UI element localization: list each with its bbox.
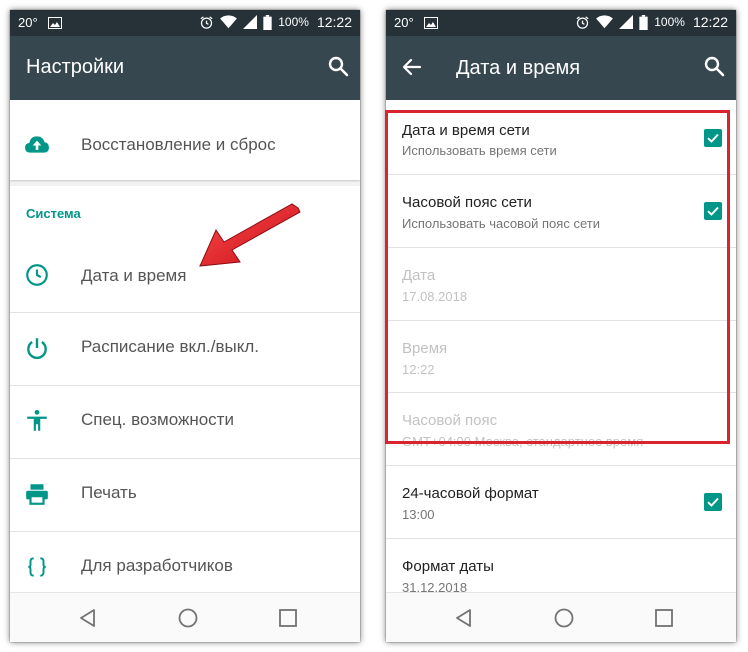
settings-item-developer[interactable]: Для разработчиков	[10, 532, 360, 593]
settings-item-print[interactable]: Печать	[10, 459, 360, 531]
settings-item-power-schedule[interactable]: Расписание вкл./выкл.	[10, 313, 360, 385]
app-bar: Настройки	[10, 36, 360, 100]
signal-icon	[619, 15, 634, 29]
temperature-text: 20°	[394, 15, 414, 30]
status-bar: 20° 100% 12:22	[386, 10, 736, 36]
nav-recents-icon[interactable]	[652, 606, 676, 630]
power-icon	[27, 338, 47, 360]
check-icon	[707, 133, 719, 143]
search-icon[interactable]	[702, 54, 726, 78]
navigation-bar	[386, 592, 736, 642]
wifi-icon	[220, 15, 238, 29]
pref-title: Формат даты	[402, 558, 494, 575]
check-icon	[707, 206, 719, 216]
battery-percent: 100%	[278, 15, 309, 29]
settings-item-label: Печать	[81, 483, 137, 502]
settings-item-label: Дата и время	[81, 266, 187, 285]
settings-item-label: Восстановление и сброс	[81, 135, 276, 154]
wifi-icon	[596, 15, 614, 29]
settings-screen: 20° 100% 12:22 Настройки Восстановление …	[10, 10, 360, 642]
check-icon	[707, 497, 719, 507]
nav-recents-icon[interactable]	[276, 606, 300, 630]
nav-back-icon[interactable]	[76, 606, 100, 630]
pref-date-format[interactable]: Формат даты 31.12.2018	[386, 539, 736, 593]
pref-title: Дата и время сети	[402, 122, 530, 139]
search-icon[interactable]	[326, 54, 350, 78]
pref-summary: 17.08.2018	[402, 289, 468, 304]
settings-card-system: Система Дата и время Расписание вкл./вык…	[10, 186, 360, 593]
pref-title: Дата	[402, 267, 436, 284]
signal-icon	[243, 15, 258, 29]
pref-summary: 12:22	[402, 362, 435, 377]
developer-braces-icon	[28, 557, 46, 577]
settings-item-label: Для разработчиков	[81, 556, 233, 575]
pref-title: 24-часовой формат	[402, 485, 539, 502]
clock-icon	[26, 264, 48, 286]
pref-summary: Использовать время сети	[402, 143, 557, 158]
settings-item-label: Спец. возможности	[81, 410, 234, 429]
alarm-icon	[200, 15, 213, 29]
red-pointer-arrow-icon	[199, 203, 301, 267]
navigation-bar	[10, 592, 360, 642]
section-header-system: Система	[26, 206, 81, 221]
pref-summary: GMT+04:00 Москва, стандартное время	[402, 434, 644, 449]
status-clock: 12:22	[316, 14, 352, 30]
network-timezone-checkbox[interactable]	[704, 202, 722, 220]
cloud-upload-icon	[25, 136, 49, 153]
pref-timezone: Часовой пояс GMT+04:00 Москва, стандартн…	[386, 393, 736, 465]
pref-title: Часовой пояс	[402, 412, 498, 429]
pref-title: Часовой пояс сети	[402, 194, 532, 211]
accessibility-icon	[27, 409, 47, 431]
alarm-icon	[576, 15, 589, 29]
pref-network-time[interactable]: Дата и время сети Использовать время сет…	[386, 100, 736, 174]
status-clock: 12:22	[692, 14, 728, 30]
pref-24-hour-format[interactable]: 24-часовой формат 13:00	[386, 466, 736, 538]
pref-summary: Использовать часовой пояс сети	[402, 216, 600, 231]
page-title: Дата и время	[456, 57, 581, 79]
printer-icon	[26, 484, 48, 505]
battery-percent: 100%	[654, 15, 685, 29]
gallery-notification-icon	[47, 16, 62, 29]
settings-item-label: Расписание вкл./выкл.	[81, 337, 259, 356]
app-bar: Дата и время	[386, 36, 736, 100]
pref-date: Дата 17.08.2018	[386, 248, 736, 320]
battery-icon	[639, 14, 648, 30]
date-time-screen: 20° 100% 12:22 Дата и время Дата и время…	[386, 10, 736, 642]
pref-summary: 13:00	[402, 507, 435, 522]
network-time-checkbox[interactable]	[704, 129, 722, 147]
settings-item-date-time[interactable]: Дата и время	[10, 240, 360, 312]
temperature-text: 20°	[18, 15, 38, 30]
battery-icon	[263, 14, 272, 30]
back-arrow-icon[interactable]	[400, 55, 424, 79]
settings-item-backup-reset[interactable]: Восстановление и сброс	[10, 110, 360, 180]
page-title: Настройки	[26, 56, 125, 78]
settings-card-top: Восстановление и сброс	[10, 100, 360, 180]
pref-network-timezone[interactable]: Часовой пояс сети Использовать часовой п…	[386, 175, 736, 247]
settings-item-accessibility[interactable]: Спец. возможности	[10, 386, 360, 458]
date-time-card: Дата и время сети Использовать время сет…	[386, 100, 736, 593]
date-time-list: Дата и время сети Использовать время сет…	[386, 100, 736, 593]
gallery-notification-icon	[423, 16, 438, 29]
nav-home-icon[interactable]	[552, 606, 576, 630]
nav-home-icon[interactable]	[176, 606, 200, 630]
24-hour-format-checkbox[interactable]	[704, 493, 722, 511]
nav-back-icon[interactable]	[452, 606, 476, 630]
pref-title: Время	[402, 340, 448, 357]
pref-time: Время 12:22	[386, 321, 736, 393]
settings-list: Восстановление и сброс Система Дата и вр…	[10, 100, 360, 593]
status-bar: 20° 100% 12:22	[10, 10, 360, 36]
